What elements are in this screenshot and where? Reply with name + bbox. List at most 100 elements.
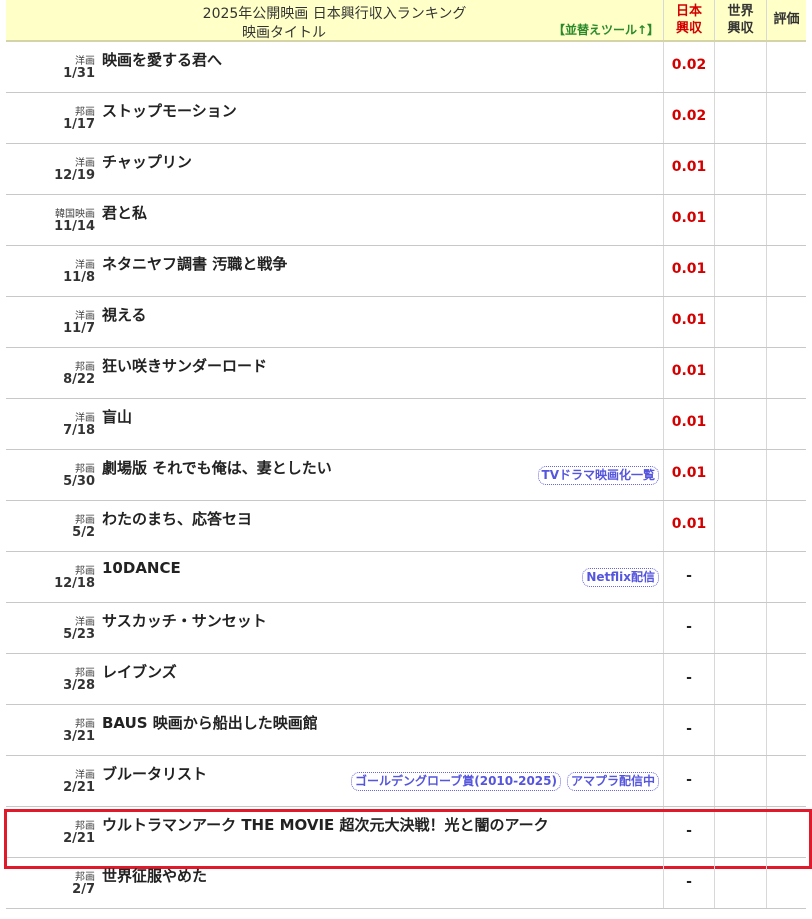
rating-column-header[interactable]: 評価	[767, 0, 806, 40]
world-gross-value	[715, 348, 767, 398]
movie-title-link[interactable]: 狂い咲きサンダーロード	[102, 355, 267, 376]
release-date: 7/18	[63, 423, 95, 438]
world-gross-header-line1: 世界	[727, 4, 754, 19]
release-date: 8/22	[63, 372, 95, 387]
japan-gross-value: -	[664, 807, 715, 857]
table-body: 洋画 1/31 映画を愛する君へ 0.02 邦画 1/17 ストップモーション 0.02 洋画 1…	[4, 42, 812, 909]
release-date: 1/17	[63, 117, 95, 132]
title-cell: 洋画 1/31 映画を愛する君へ	[6, 42, 664, 92]
movie-title-link[interactable]: 映画を愛する君へ	[102, 49, 222, 70]
table-row: 洋画 1/31 映画を愛する君へ 0.02	[6, 42, 806, 93]
japan-gross-value: 0.01	[664, 246, 715, 296]
title-cell: 洋画 12/19 チャップリン	[6, 144, 664, 194]
table-header: 2025年公開映画 日本興行収入ランキング 映画タイトル 【並替えツール↑】 日…	[6, 0, 806, 42]
movie-title-link[interactable]: ブルータリスト	[102, 763, 207, 784]
release-date: 2/7	[72, 882, 95, 897]
title-cell: 邦画 1/17 ストップモーション	[6, 93, 664, 143]
release-date: 5/30	[63, 474, 95, 489]
japan-gross-value: -	[664, 705, 715, 755]
movie-title-link[interactable]: BAUS 映画から船出した映画館	[102, 712, 318, 733]
release-date: 5/2	[72, 525, 95, 540]
table-row: 洋画 5/23 サスカッチ・サンセット -	[6, 603, 806, 654]
table-row: 邦画 2/21 ウルトラマンアーク THE MOVIE 超次元大決戦！光と闇のアーク…	[4, 807, 812, 869]
box-office-table: 2025年公開映画 日本興行収入ランキング 映画タイトル 【並替えツール↑】 日…	[4, 0, 812, 909]
movie-title-link[interactable]: チャップリン	[102, 151, 192, 172]
category-tag-link[interactable]: Netflix配信	[582, 568, 659, 587]
table-row: 邦画 3/21 BAUS 映画から船出した映画館 -	[6, 705, 806, 756]
genre-label: 洋画	[75, 311, 95, 322]
title-cell: 洋画 11/8 ネタニヤフ調書 汚職と戦争	[6, 246, 664, 296]
release-date: 2/21	[63, 780, 95, 795]
rating-value	[767, 858, 806, 908]
movie-title-link[interactable]: 世界征服やめた	[102, 865, 207, 886]
rating-value	[767, 144, 806, 194]
release-date: 3/21	[63, 729, 95, 744]
category-tag-link[interactable]: ゴールデングローブ賞(2010-2025)	[350, 772, 561, 791]
movie-title-link[interactable]: 君と私	[102, 202, 147, 223]
movie-title-link[interactable]: 盲山	[102, 406, 132, 427]
movie-title-link[interactable]: サスカッチ・サンセット	[102, 610, 267, 631]
movie-title-link[interactable]: ウルトラマンアーク THE MOVIE 超次元大決戦！光と闇のアーク	[102, 814, 549, 835]
rating-value	[767, 654, 806, 704]
world-gross-value	[715, 297, 767, 347]
movie-title-link[interactable]: 10DANCE	[102, 559, 181, 577]
movie-title-link[interactable]: 視える	[102, 304, 147, 325]
release-date: 11/7	[63, 321, 95, 336]
title-cell: 韓国映画 11/14 君と私	[6, 195, 664, 245]
movie-title-link[interactable]: ネタニヤフ調書 汚職と戦争	[102, 253, 287, 274]
rating-value	[767, 756, 806, 806]
genre-label: 洋画	[75, 158, 95, 169]
japan-gross-value: -	[664, 552, 715, 602]
movie-title-link[interactable]: レイブンズ	[102, 661, 177, 682]
world-gross-value	[715, 144, 767, 194]
japan-gross-value: -	[664, 858, 715, 908]
genre-label: 邦画	[75, 566, 95, 577]
japan-gross-value: 0.02	[664, 42, 715, 92]
release-date: 12/18	[54, 576, 95, 591]
rating-value	[767, 42, 806, 92]
release-date: 5/23	[63, 627, 95, 642]
movie-title-link[interactable]: 劇場版 それでも俺は、妻としたい	[102, 457, 332, 478]
rating-value	[767, 399, 806, 449]
movie-title-link[interactable]: わたのまち、応答セヨ	[102, 508, 252, 529]
world-gross-value	[715, 93, 767, 143]
table-row: 洋画 2/21 ブルータリスト ゴールデングローブ賞(2010-2025) アマプラ配信…	[6, 756, 806, 807]
genre-label: 邦画	[75, 872, 95, 883]
genre-label: 韓国映画	[55, 209, 95, 220]
release-date: 12/19	[54, 168, 95, 183]
table-row: 韓国映画 11/14 君と私 0.01	[6, 195, 806, 246]
tag-group: TVドラマ映画化一覧	[537, 466, 659, 485]
rating-value	[767, 246, 806, 296]
world-gross-column-header[interactable]: 世界 興収	[715, 0, 767, 40]
category-tag-link[interactable]: アマプラ配信中	[566, 772, 659, 791]
genre-label: 洋画	[75, 770, 95, 781]
world-gross-value	[715, 42, 767, 92]
title-cell: 邦画 3/21 BAUS 映画から船出した映画館	[6, 705, 664, 755]
world-gross-value	[715, 501, 767, 551]
japan-gross-value: 0.02	[664, 93, 715, 143]
table-row: 邦画 5/2 わたのまち、応答セヨ 0.01	[6, 501, 806, 552]
world-gross-value	[715, 807, 767, 857]
title-cell: 洋画 5/23 サスカッチ・サンセット	[6, 603, 664, 653]
table-row: 邦画 5/30 劇場版 それでも俺は、妻としたい TVドラマ映画化一覧 0.01	[6, 450, 806, 501]
world-gross-value	[715, 603, 767, 653]
japan-gross-value: 0.01	[664, 195, 715, 245]
rating-value	[767, 552, 806, 602]
rating-value	[767, 297, 806, 347]
world-gross-value	[715, 246, 767, 296]
sort-tool-link[interactable]: 【並替えツール↑】	[553, 21, 659, 38]
category-tag-link[interactable]: TVドラマ映画化一覧	[537, 466, 659, 485]
movie-title-link[interactable]: ストップモーション	[102, 100, 237, 121]
rating-value	[767, 807, 806, 857]
table-row: 邦画 12/18 10DANCE Netflix配信 -	[6, 552, 806, 603]
japan-gross-column-header[interactable]: 日本 興収	[664, 0, 715, 40]
japan-gross-header-line2: 興収	[675, 21, 702, 36]
world-gross-value	[715, 654, 767, 704]
japan-gross-value: 0.01	[664, 399, 715, 449]
japan-gross-value: 0.01	[664, 348, 715, 398]
title-cell: 洋画 11/7 視える	[6, 297, 664, 347]
japan-gross-value: 0.01	[664, 297, 715, 347]
table-row: 洋画 7/18 盲山 0.01	[6, 399, 806, 450]
title-cell: 邦画 2/21 ウルトラマンアーク THE MOVIE 超次元大決戦！光と闇のアーク	[6, 807, 664, 857]
movie-title-column-header: 映画タイトル	[242, 25, 326, 41]
